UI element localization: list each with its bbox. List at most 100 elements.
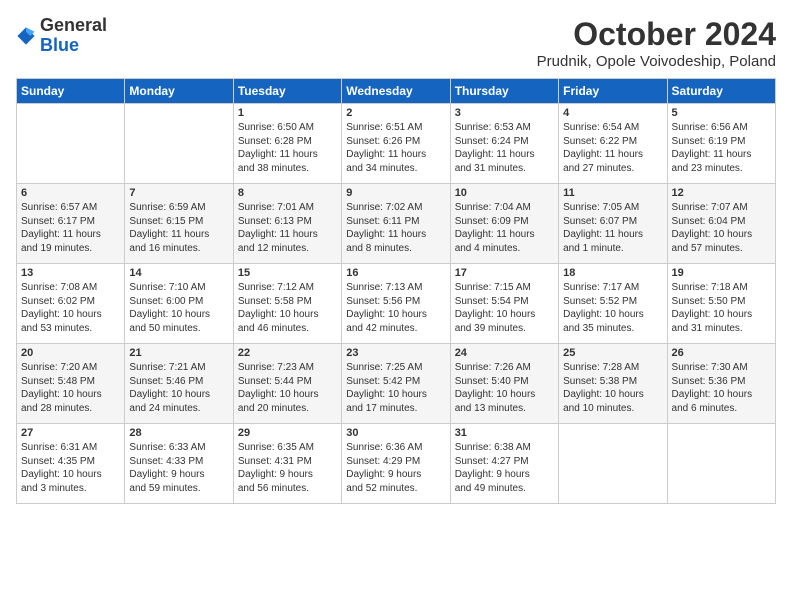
- weekday-row: SundayMondayTuesdayWednesdayThursdayFrid…: [17, 79, 776, 104]
- day-info: Sunrise: 6:50 AM Sunset: 6:28 PM Dayligh…: [238, 121, 337, 175]
- day-info: Sunrise: 7:07 AM Sunset: 6:04 PM Dayligh…: [672, 201, 771, 255]
- calendar-cell: 11Sunrise: 7:05 AM Sunset: 6:07 PM Dayli…: [559, 184, 667, 264]
- day-info: Sunrise: 7:26 AM Sunset: 5:40 PM Dayligh…: [455, 361, 554, 415]
- calendar-cell: 12 Sunrise: 7:07 AM Sunset: 6:04 PM Dayli…: [667, 184, 775, 264]
- day-number: 27: [21, 427, 120, 439]
- day-info: Sunrise: 7:21 AM Sunset: 5:46 PM Dayligh…: [129, 361, 228, 415]
- day-info: Sunrise: 7:01 AM Sunset: 6:13 PM Dayligh…: [238, 201, 337, 255]
- day-number: 1: [238, 107, 337, 119]
- calendar-cell: 20 Sunrise: 7:20 AM Sunset: 5:48 PM Dayli…: [17, 344, 125, 424]
- day-info: Sunrise: 6:53 AM Sunset: 6:24 PM Dayligh…: [455, 121, 554, 175]
- day-number: 10: [455, 187, 554, 199]
- logo-blue: Blue: [40, 36, 107, 56]
- day-info: Sunrise: 7:25 AM Sunset: 5:42 PM Dayligh…: [346, 361, 445, 415]
- day-info: Sunrise: 7:28 AM Sunset: 5:38 PM Dayligh…: [563, 361, 662, 415]
- page-header: General Blue October 2024 Prudnik, Opole…: [16, 16, 776, 70]
- day-number: 7: [129, 187, 228, 199]
- calendar-cell: 8 Sunrise: 7:01 AM Sunset: 6:13 PM Daylig…: [233, 184, 341, 264]
- day-info: Sunrise: 6:31 AM Sunset: 4:35 PM Dayligh…: [21, 441, 120, 495]
- day-number: 8: [238, 187, 337, 199]
- calendar-cell: 16Sunrise: 7:13 AM Sunset: 5:56 PM Dayli…: [342, 264, 450, 344]
- day-number: 19: [672, 267, 771, 279]
- calendar-cell: 29 Sunrise: 6:35 AM Sunset: 4:31 PM Dayli…: [233, 424, 341, 504]
- calendar-week-2: 6Sunrise: 6:57 AM Sunset: 6:17 PM Daylig…: [17, 184, 776, 264]
- weekday-header-sunday: Sunday: [17, 79, 125, 104]
- calendar-cell: 31 Sunrise: 6:38 AM Sunset: 4:27 PM Dayli…: [450, 424, 558, 504]
- day-number: 6: [21, 187, 120, 199]
- calendar-cell: 25 Sunrise: 7:28 AM Sunset: 5:38 PM Dayli…: [559, 344, 667, 424]
- calendar-cell: 18 Sunrise: 7:17 AM Sunset: 5:52 PM Dayli…: [559, 264, 667, 344]
- day-number: 3: [455, 107, 554, 119]
- day-info: Sunrise: 6:35 AM Sunset: 4:31 PM Dayligh…: [238, 441, 337, 495]
- calendar-cell: 13Sunrise: 7:08 AM Sunset: 6:02 PM Dayli…: [17, 264, 125, 344]
- weekday-header-friday: Friday: [559, 79, 667, 104]
- calendar-cell: [667, 424, 775, 504]
- weekday-header-wednesday: Wednesday: [342, 79, 450, 104]
- calendar-cell: 19 Sunrise: 7:18 AM Sunset: 5:50 PM Dayli…: [667, 264, 775, 344]
- day-info: Sunrise: 7:15 AM Sunset: 5:54 PM Dayligh…: [455, 281, 554, 335]
- day-info: Sunrise: 7:10 AM Sunset: 6:00 PM Dayligh…: [129, 281, 228, 335]
- day-number: 21: [129, 347, 228, 359]
- calendar-cell: 22 Sunrise: 7:23 AM Sunset: 5:44 PM Dayli…: [233, 344, 341, 424]
- day-info: Sunrise: 7:04 AM Sunset: 6:09 PM Dayligh…: [455, 201, 554, 255]
- day-number: 20: [21, 347, 120, 359]
- day-number: 25: [563, 347, 662, 359]
- calendar-cell: 23 Sunrise: 7:25 AM Sunset: 5:42 PM Dayli…: [342, 344, 450, 424]
- day-info: Sunrise: 6:36 AM Sunset: 4:29 PM Dayligh…: [346, 441, 445, 495]
- calendar-cell: 7 Sunrise: 6:59 AM Sunset: 6:15 PM Daylig…: [125, 184, 233, 264]
- location-subtitle: Prudnik, Opole Voivodeship, Poland: [537, 53, 776, 70]
- calendar-week-3: 13Sunrise: 7:08 AM Sunset: 6:02 PM Dayli…: [17, 264, 776, 344]
- weekday-header-monday: Monday: [125, 79, 233, 104]
- calendar-cell: 15 Sunrise: 7:12 AM Sunset: 5:58 PM Dayli…: [233, 264, 341, 344]
- calendar-table: SundayMondayTuesdayWednesdayThursdayFrid…: [16, 78, 776, 504]
- day-info: Sunrise: 7:12 AM Sunset: 5:58 PM Dayligh…: [238, 281, 337, 335]
- calendar-cell: 10 Sunrise: 7:04 AM Sunset: 6:09 PM Dayli…: [450, 184, 558, 264]
- day-info: Sunrise: 7:05 AM Sunset: 6:07 PM Dayligh…: [563, 201, 662, 255]
- calendar-cell: 3 Sunrise: 6:53 AM Sunset: 6:24 PM Daylig…: [450, 104, 558, 184]
- day-number: 18: [563, 267, 662, 279]
- day-number: 31: [455, 427, 554, 439]
- day-number: 2: [346, 107, 445, 119]
- calendar-cell: 1 Sunrise: 6:50 AM Sunset: 6:28 PM Daylig…: [233, 104, 341, 184]
- calendar-cell: 28Sunrise: 6:33 AM Sunset: 4:33 PM Dayli…: [125, 424, 233, 504]
- calendar-cell: 5 Sunrise: 6:56 AM Sunset: 6:19 PM Daylig…: [667, 104, 775, 184]
- day-number: 23: [346, 347, 445, 359]
- day-number: 29: [238, 427, 337, 439]
- day-info: Sunrise: 7:30 AM Sunset: 5:36 PM Dayligh…: [672, 361, 771, 415]
- calendar-cell: 26 Sunrise: 7:30 AM Sunset: 5:36 PM Dayli…: [667, 344, 775, 424]
- calendar-cell: [559, 424, 667, 504]
- calendar-week-4: 20 Sunrise: 7:20 AM Sunset: 5:48 PM Dayli…: [17, 344, 776, 424]
- logo-general: General: [40, 16, 107, 36]
- logo: General Blue: [16, 16, 107, 56]
- day-number: 17: [455, 267, 554, 279]
- day-number: 26: [672, 347, 771, 359]
- day-info: Sunrise: 6:59 AM Sunset: 6:15 PM Dayligh…: [129, 201, 228, 255]
- day-info: Sunrise: 7:02 AM Sunset: 6:11 PM Dayligh…: [346, 201, 445, 255]
- day-number: 12: [672, 187, 771, 199]
- calendar-cell: 27 Sunrise: 6:31 AM Sunset: 4:35 PM Dayli…: [17, 424, 125, 504]
- weekday-header-tuesday: Tuesday: [233, 79, 341, 104]
- day-info: Sunrise: 7:18 AM Sunset: 5:50 PM Dayligh…: [672, 281, 771, 335]
- day-number: 30: [346, 427, 445, 439]
- day-number: 22: [238, 347, 337, 359]
- calendar-header: SundayMondayTuesdayWednesdayThursdayFrid…: [17, 79, 776, 104]
- day-info: Sunrise: 6:33 AM Sunset: 4:33 PM Dayligh…: [129, 441, 228, 495]
- day-info: Sunrise: 6:38 AM Sunset: 4:27 PM Dayligh…: [455, 441, 554, 495]
- day-number: 16: [346, 267, 445, 279]
- weekday-header-thursday: Thursday: [450, 79, 558, 104]
- calendar-cell: 30 Sunrise: 6:36 AM Sunset: 4:29 PM Dayli…: [342, 424, 450, 504]
- day-number: 15: [238, 267, 337, 279]
- calendar-cell: [17, 104, 125, 184]
- day-info: Sunrise: 6:56 AM Sunset: 6:19 PM Dayligh…: [672, 121, 771, 175]
- day-number: 14: [129, 267, 228, 279]
- day-info: Sunrise: 7:17 AM Sunset: 5:52 PM Dayligh…: [563, 281, 662, 335]
- day-info: Sunrise: 7:20 AM Sunset: 5:48 PM Dayligh…: [21, 361, 120, 415]
- calendar-cell: 24Sunrise: 7:26 AM Sunset: 5:40 PM Dayli…: [450, 344, 558, 424]
- calendar-cell: 2Sunrise: 6:51 AM Sunset: 6:26 PM Daylig…: [342, 104, 450, 184]
- day-number: 5: [672, 107, 771, 119]
- day-info: Sunrise: 7:23 AM Sunset: 5:44 PM Dayligh…: [238, 361, 337, 415]
- calendar-week-1: 1 Sunrise: 6:50 AM Sunset: 6:28 PM Daylig…: [17, 104, 776, 184]
- calendar-week-5: 27 Sunrise: 6:31 AM Sunset: 4:35 PM Dayli…: [17, 424, 776, 504]
- calendar-cell: [125, 104, 233, 184]
- day-info: Sunrise: 6:54 AM Sunset: 6:22 PM Dayligh…: [563, 121, 662, 175]
